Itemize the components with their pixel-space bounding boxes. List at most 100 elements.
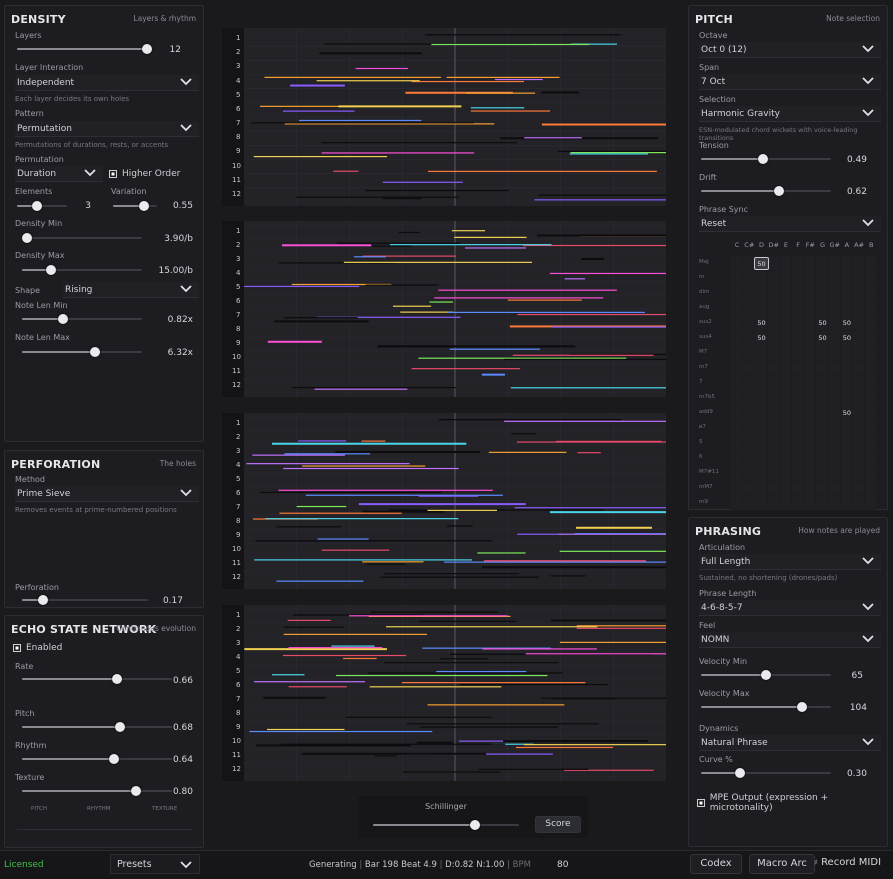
grid-cell[interactable] [731, 361, 743, 375]
grid-cell[interactable] [743, 271, 755, 285]
grid-cell[interactable] [804, 316, 816, 330]
grid-cell-value[interactable]: 50 [840, 317, 854, 330]
grid-cell[interactable] [816, 361, 828, 375]
grid-cell-value[interactable]: 50 [815, 317, 829, 330]
note-len-max-slider[interactable] [22, 347, 142, 357]
grid-cell[interactable] [792, 376, 804, 390]
drift-slider[interactable] [701, 186, 831, 196]
grid-cell[interactable] [816, 421, 828, 435]
grid-cell[interactable] [779, 406, 791, 420]
grid-cell[interactable] [792, 361, 804, 375]
grid-cell[interactable] [779, 436, 791, 450]
grid-cell[interactable] [840, 271, 852, 285]
grid-cell[interactable] [767, 436, 779, 450]
grid-cell[interactable] [743, 406, 755, 420]
rate-slider[interactable] [22, 674, 172, 684]
grid-cell[interactable] [865, 331, 877, 345]
grid-cell[interactable] [792, 286, 804, 300]
grid-cell[interactable] [804, 346, 816, 360]
grid-cell[interactable] [828, 346, 840, 360]
score-button[interactable]: Score [535, 816, 581, 833]
grid-cell[interactable] [767, 466, 779, 480]
grid-cell[interactable] [853, 481, 865, 495]
grid-cell[interactable] [840, 466, 852, 480]
grid-cell[interactable] [804, 271, 816, 285]
elements-slider[interactable] [17, 201, 67, 211]
grid-cell[interactable] [743, 301, 755, 315]
grid-cell[interactable] [865, 406, 877, 420]
grid-cell[interactable] [828, 451, 840, 465]
grid-cell[interactable] [755, 361, 767, 375]
grid-cell[interactable] [779, 421, 791, 435]
grid-cell[interactable] [731, 256, 743, 270]
grid-cell[interactable] [816, 451, 828, 465]
grid-cell[interactable] [792, 301, 804, 315]
grid-cell[interactable] [792, 421, 804, 435]
grid-cell[interactable] [743, 436, 755, 450]
grid-cell[interactable] [865, 436, 877, 450]
grid-cell[interactable] [743, 346, 755, 360]
grid-cell[interactable] [792, 496, 804, 510]
grid-cell[interactable] [853, 376, 865, 390]
phrase-sync-dropdown[interactable]: Reset [699, 216, 881, 232]
grid-cell[interactable] [828, 301, 840, 315]
grid-cell[interactable] [804, 361, 816, 375]
grid-cell[interactable] [731, 316, 743, 330]
grid-cell[interactable] [767, 481, 779, 495]
velocity-max-slider[interactable] [701, 702, 831, 712]
grid-cell[interactable] [779, 481, 791, 495]
grid-cell[interactable] [792, 316, 804, 330]
grid-cell[interactable] [816, 256, 828, 270]
grid-cell[interactable] [792, 256, 804, 270]
perforation-slider[interactable] [22, 595, 148, 605]
grid-cell[interactable] [743, 331, 755, 345]
grid-cell[interactable] [840, 421, 852, 435]
grid-cell[interactable] [767, 271, 779, 285]
grid-cell[interactable] [731, 451, 743, 465]
grid-cell[interactable] [828, 466, 840, 480]
texture-mod-slider[interactable] [22, 786, 172, 796]
grid-cell[interactable] [743, 481, 755, 495]
note-len-min-slider[interactable] [22, 314, 142, 324]
octave-dropdown[interactable]: Oct 0 (12) [699, 42, 881, 58]
grid-cell[interactable] [816, 436, 828, 450]
grid-cell[interactable] [853, 256, 865, 270]
grid-cell[interactable] [779, 331, 791, 345]
grid-cell[interactable] [816, 406, 828, 420]
grid-cell[interactable] [755, 421, 767, 435]
grid-cell-value[interactable]: 50 [840, 407, 854, 420]
higher-order-checkbox[interactable]: Higher Order [109, 169, 180, 179]
feel-dropdown[interactable]: NOMN [699, 632, 881, 648]
grid-cell[interactable] [828, 316, 840, 330]
grid-cell[interactable] [731, 496, 743, 510]
grid-cell[interactable] [779, 271, 791, 285]
selection-dropdown[interactable]: Harmonic Gravity [699, 106, 881, 122]
grid-cell[interactable] [767, 406, 779, 420]
grid-cell[interactable] [767, 391, 779, 405]
grid-cell[interactable] [865, 376, 877, 390]
mpe-output-checkbox[interactable]: MPE Output (expression + microtonality) [697, 793, 887, 813]
grid-cell[interactable] [853, 421, 865, 435]
grid-cell[interactable] [865, 391, 877, 405]
grid-cell[interactable] [804, 286, 816, 300]
grid-cell[interactable] [755, 406, 767, 420]
layer-interaction-dropdown[interactable]: Independent [15, 75, 199, 91]
grid-cell[interactable] [853, 331, 865, 345]
grid-cell[interactable] [731, 421, 743, 435]
grid-cell[interactable] [792, 451, 804, 465]
density-max-slider[interactable] [22, 265, 142, 275]
grid-cell[interactable] [731, 466, 743, 480]
grid-cell[interactable] [865, 481, 877, 495]
curve-slider[interactable] [701, 768, 831, 778]
grid-cell[interactable] [731, 301, 743, 315]
grid-cell[interactable] [731, 331, 743, 345]
schillinger-slider[interactable] [373, 820, 519, 830]
span-dropdown[interactable]: 7 Oct [699, 74, 881, 90]
grid-cell[interactable] [743, 316, 755, 330]
grid-cell[interactable] [865, 466, 877, 480]
grid-cell[interactable] [779, 361, 791, 375]
grid-cell[interactable] [853, 436, 865, 450]
grid-cell[interactable] [767, 421, 779, 435]
grid-cell[interactable] [840, 496, 852, 510]
grid-cell[interactable] [804, 451, 816, 465]
